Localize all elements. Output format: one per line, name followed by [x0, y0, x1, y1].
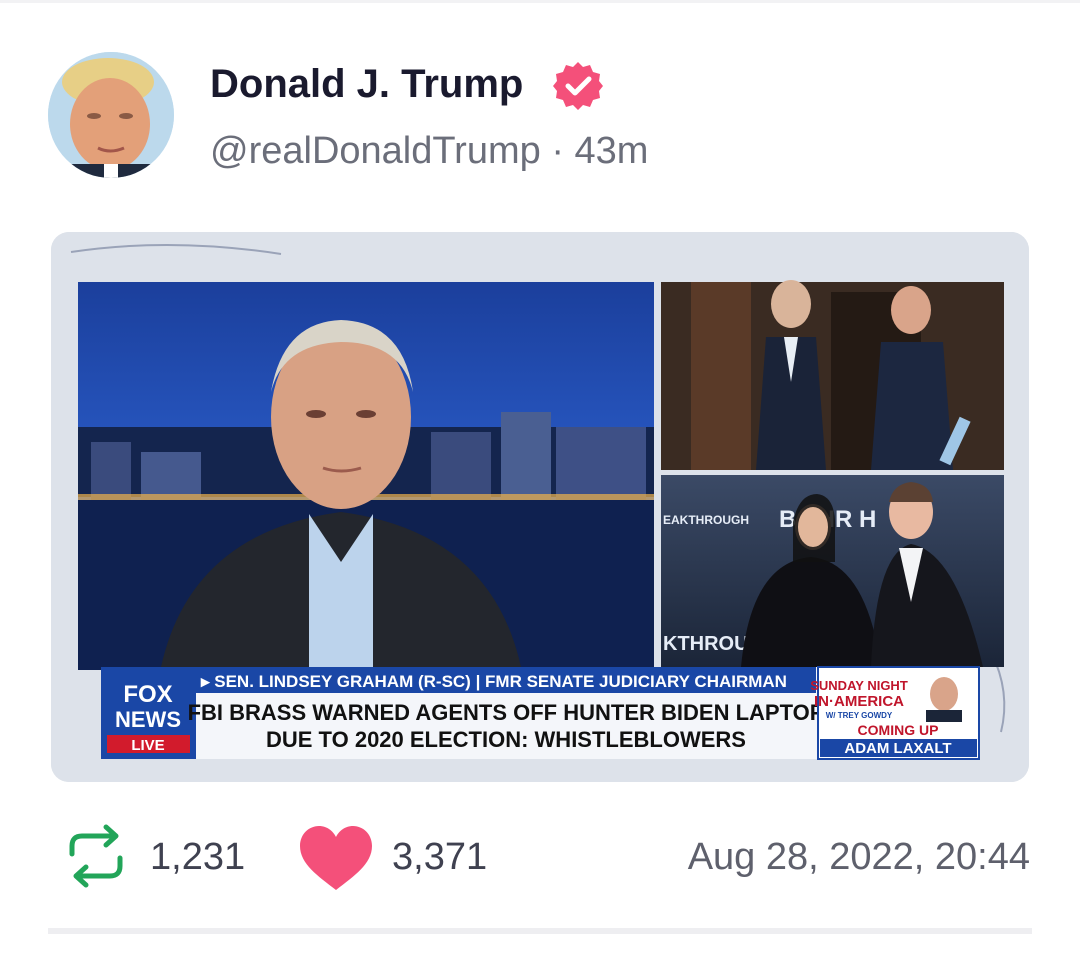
- heart-icon[interactable]: [298, 824, 374, 892]
- promo-line-3: W/ TREY GOWDY: [826, 711, 893, 720]
- promo-line-2: IN·AMERICA: [814, 693, 904, 710]
- meta-separator: ·: [551, 130, 564, 172]
- post-age[interactable]: 43m: [575, 130, 649, 172]
- retweet-icon[interactable]: [62, 822, 130, 890]
- chyron-headline-1: FBI BRASS WARNED AGENTS OFF HUNTER BIDEN…: [188, 700, 825, 725]
- promo-host-photo: [930, 677, 958, 711]
- promo-line-5: ADAM LAXALT: [844, 740, 951, 757]
- author-meta: @realDonaldTrump · 43m: [210, 130, 648, 173]
- avatar-image: [48, 52, 174, 178]
- doorway-photo-panel: [661, 280, 1004, 470]
- top-divider: [0, 0, 1080, 3]
- author-handle[interactable]: @realDonaldTrump: [210, 130, 541, 172]
- like-count: 3,371: [392, 836, 488, 878]
- news-chyron: FOX NEWS LIVE ▸ SEN. LINDSEY GRAHAM (R-S…: [101, 666, 980, 760]
- chyron-headline-2: DUE TO 2020 ELECTION: WHISTLEBLOWERS: [266, 727, 746, 752]
- post-timestamp[interactable]: Aug 28, 2022, 20:44: [688, 836, 1030, 879]
- promo-line-4: COMING UP: [858, 722, 939, 738]
- live-label: LIVE: [131, 737, 164, 754]
- bottom-divider: [48, 928, 1032, 934]
- engagement-row: 1,231 3,371 Aug 28, 2022, 20:44: [0, 820, 1080, 900]
- logo-fox: FOX: [123, 681, 172, 708]
- logo-news: NEWS: [115, 707, 181, 732]
- promo-line-1: SUNDAY NIGHT: [810, 678, 908, 693]
- author-display-name[interactable]: Donald J. Trump: [210, 62, 523, 107]
- post-media-image[interactable]: EAKTHROUGH B THR H KTHROUG FOX NEWS LIVE…: [51, 232, 1029, 782]
- senator-video-panel: [78, 282, 654, 670]
- backdrop-text: EAKTHROUGH: [663, 513, 749, 527]
- profile-avatar[interactable]: [48, 52, 174, 178]
- verified-badge-icon: [553, 62, 603, 110]
- event-photo-panel: EAKTHROUGH B THR H KTHROUG: [661, 475, 1004, 667]
- retweet-count: 1,231: [150, 836, 246, 878]
- chyron-name-line: ▸ SEN. LINDSEY GRAHAM (R-SC) | FMR SENAT…: [200, 672, 787, 691]
